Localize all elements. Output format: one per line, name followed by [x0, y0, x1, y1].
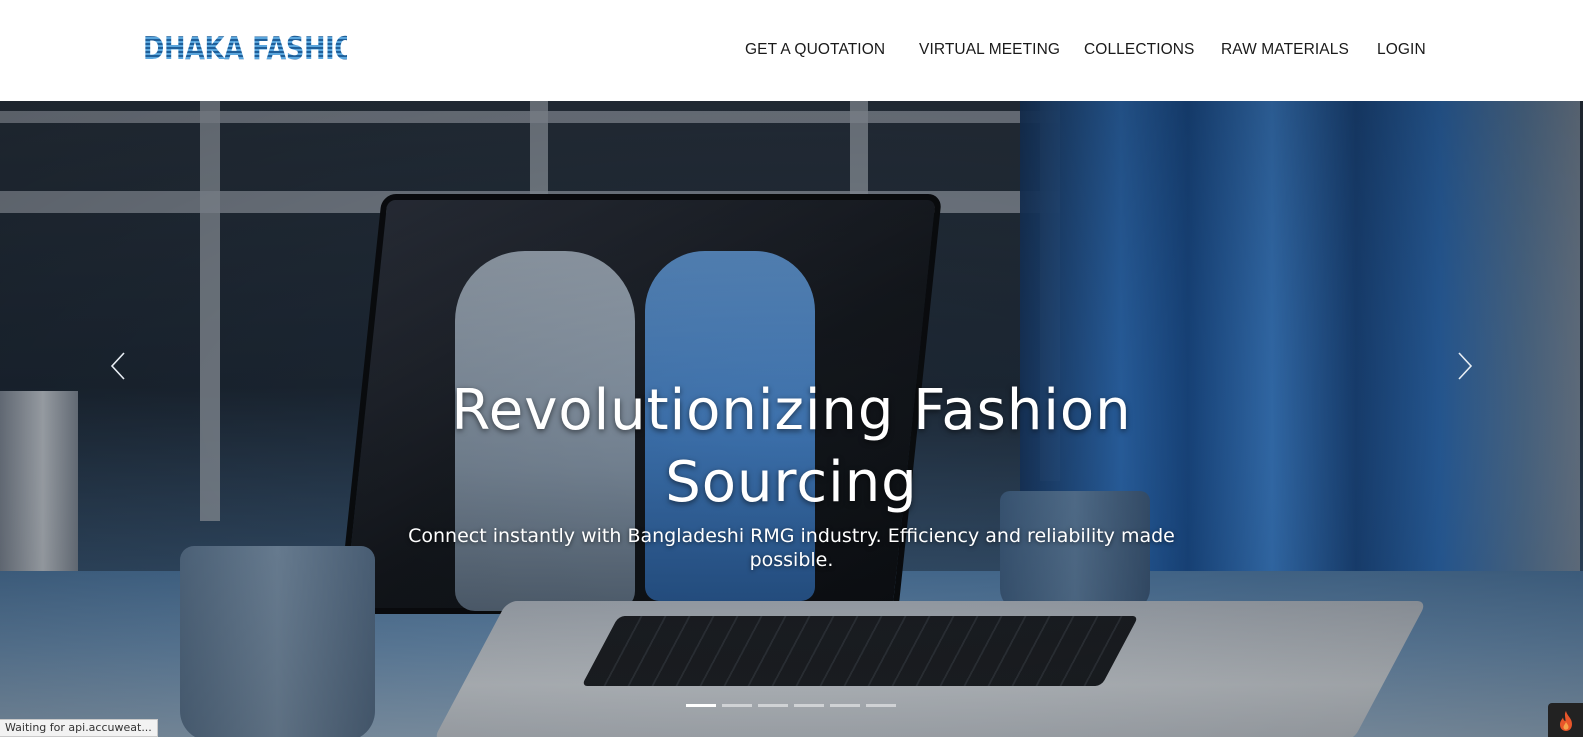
nav-item-collections[interactable]: COLLECTIONS: [1084, 38, 1195, 62]
nav-item-get-a-quotation[interactable]: GET A QUOTATION: [745, 38, 885, 62]
carousel-prev-button[interactable]: [104, 351, 134, 381]
browser-status-bar: Waiting for api.accuweat...: [0, 719, 158, 737]
site-header: DHAKA FASHIONS GET A QUOTATION VIRTUAL M…: [0, 0, 1583, 101]
carousel-indicator-3[interactable]: [758, 704, 788, 707]
carousel-indicator-6[interactable]: [866, 704, 896, 707]
nav-item-login[interactable]: LOGIN: [1377, 38, 1426, 62]
carousel-indicator-4[interactable]: [794, 704, 824, 707]
nav-item-raw-materials[interactable]: RAW MATERIALS: [1221, 38, 1349, 62]
chevron-right-icon: [1458, 352, 1473, 380]
hero-subtitle: Connect instantly with Bangladeshi RMG i…: [408, 525, 1175, 571]
hero-title: Revolutionizing Fashion Sourcing: [451, 378, 1132, 515]
chevron-left-icon: [110, 352, 125, 380]
carousel-indicator-5[interactable]: [830, 704, 860, 707]
carousel-indicator-1[interactable]: [686, 704, 716, 707]
site-logo[interactable]: DHAKA FASHIONS: [143, 29, 395, 69]
carousel-next-button[interactable]: [1449, 351, 1479, 381]
hero-carousel: Revolutionizing Fashion Sourcing Connect…: [0, 101, 1583, 737]
nav-item-virtual-meeting[interactable]: VIRTUAL MEETING: [919, 38, 1060, 62]
floating-action-button[interactable]: [1548, 703, 1583, 737]
flame-icon: [1560, 711, 1572, 731]
carousel-indicator-2[interactable]: [722, 704, 752, 707]
